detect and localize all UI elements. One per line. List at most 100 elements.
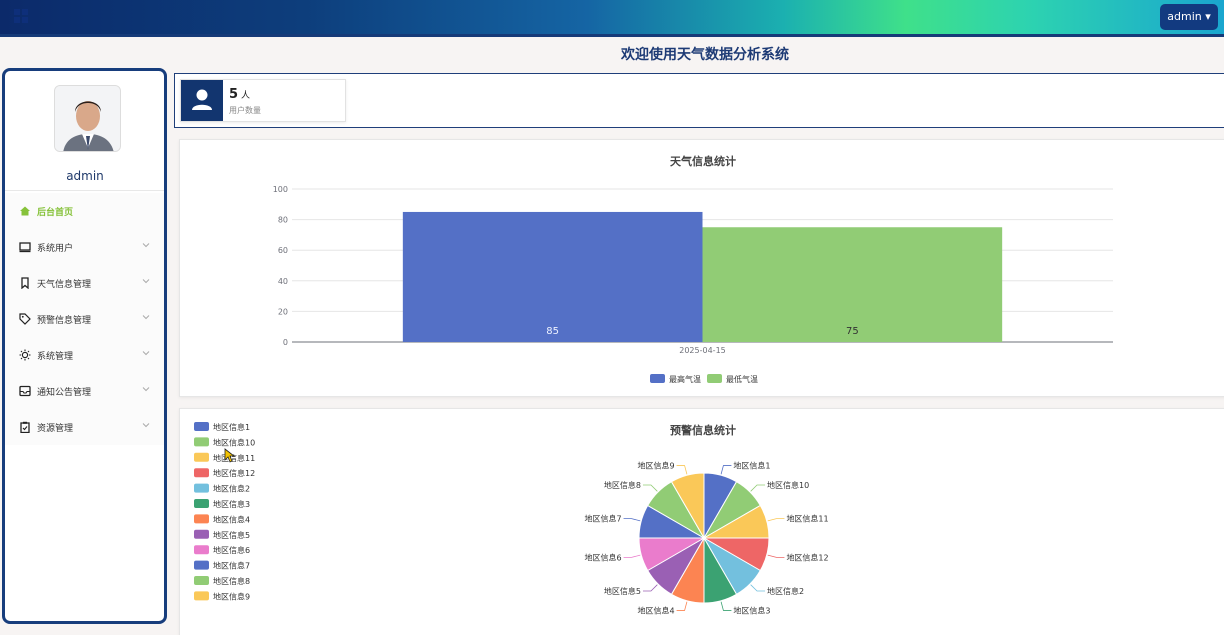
legend-label: 地区信息2	[213, 484, 250, 494]
avatar	[54, 85, 121, 152]
pie-label-line	[676, 465, 688, 475]
pie-label: 地区信息3	[733, 605, 770, 615]
bar-value-label: 75	[846, 326, 859, 337]
legend-label: 地区信息10	[213, 437, 255, 447]
pie-label: 地区信息6	[584, 552, 621, 562]
pie-label-line	[720, 601, 732, 611]
user-count-label: 用户数量	[229, 106, 261, 115]
legend-swatch	[194, 468, 209, 478]
menu-grid-icon[interactable]	[14, 9, 28, 23]
user-menu-button[interactable]: admin ▾	[1160, 4, 1218, 30]
sidebar-item-label: 系统管理	[37, 351, 74, 362]
legend-label: 地区信息7	[213, 561, 250, 571]
legend-label: 地区信息12	[213, 468, 255, 478]
y-tick-label: 60	[278, 246, 288, 255]
legend-label: 地区信息3	[213, 499, 250, 509]
legend-swatch	[707, 374, 722, 383]
legend-label: 最低气温	[726, 374, 758, 384]
warning-pie-chart: 地区信息1 地区信息10 地区信息11 地区信息12 地区信息2 地区信息3 地区信息4 地区…	[194, 422, 829, 615]
chevron-down-icon	[142, 315, 150, 320]
tag-icon	[19, 313, 31, 325]
x-tick-label: 2025-04-15	[679, 346, 726, 355]
legend-swatch	[650, 374, 665, 383]
pie-label: 地区信息7	[584, 514, 621, 524]
legend-label: 地区信息8	[213, 576, 250, 586]
page-title: 欢迎使用天气数据分析系统	[621, 47, 789, 63]
chevron-down-icon	[142, 243, 150, 248]
y-tick-label: 100	[273, 185, 288, 194]
pie-label: 地区信息12	[786, 552, 828, 562]
sidebar-item-label: 资源管理	[37, 423, 74, 434]
weather-chart-panel: 天气信息统计 0 20 40 60 80 100 85 75 2025-04-15 最高气温 最低气…	[179, 139, 1224, 397]
navbar-divider	[0, 34, 1224, 37]
legend-label: 地区信息9	[213, 591, 250, 601]
sidebar-item-resources[interactable]: 资源管理	[5, 409, 164, 445]
legend-swatch	[194, 499, 209, 508]
pie-label: 地区信息11	[786, 514, 828, 524]
sidebar-item-warnings[interactable]: 预警信息管理	[5, 301, 164, 337]
sidebar-item-label: 预警信息管理	[37, 315, 92, 326]
pie-label: 地区信息4	[637, 605, 674, 615]
legend-swatch	[194, 483, 209, 493]
pie-label-line	[767, 554, 785, 558]
sidebar-item-weather[interactable]: 天气信息管理	[5, 265, 164, 301]
pie-label-line	[623, 554, 641, 558]
user-menu-label: admin	[1167, 10, 1202, 23]
y-tick-label: 20	[278, 307, 288, 316]
pie-label-line	[642, 484, 658, 492]
user-count-card[interactable]: 5人 用户数量	[180, 79, 346, 122]
legend-swatch	[194, 529, 209, 539]
weather-bar-chart: 0 20 40 60 80 100 85 75 2025-04-15 最高气温 最低气温	[273, 185, 1113, 384]
sidebar-item-label: 天气信息管理	[37, 279, 92, 290]
legend-swatch	[194, 437, 209, 447]
legend-swatch	[194, 422, 209, 431]
pie-label: 地区信息10	[767, 480, 809, 490]
sidebar-item-dashboard[interactable]: 后台首页	[5, 193, 164, 229]
y-tick-label: 80	[278, 216, 288, 225]
pie-label-line	[642, 584, 658, 592]
sidebar-item-notices[interactable]: 通知公告管理	[5, 373, 164, 409]
user-icon	[192, 89, 212, 110]
pie-label-line	[767, 518, 785, 522]
pie-label-line	[750, 484, 766, 492]
stats-panel: 5人 用户数量	[174, 73, 1224, 128]
chevron-down-icon	[142, 279, 150, 284]
sidebar-username: admin	[66, 169, 104, 183]
sidebar-item-users[interactable]: 系统用户	[5, 229, 164, 265]
legend-label: 地区信息4	[213, 514, 250, 524]
monitor-icon	[19, 242, 31, 253]
chevron-down-icon	[142, 387, 150, 392]
pie-label-line	[750, 584, 766, 592]
pie-label: 地区信息2	[767, 586, 804, 596]
legend-swatch	[194, 545, 209, 555]
legend-swatch	[194, 591, 209, 601]
home-icon	[20, 206, 30, 216]
pie-label: 地区信息5	[604, 586, 641, 596]
legend-label: 地区信息1	[213, 422, 250, 432]
top-navbar: admin ▾	[0, 0, 1224, 34]
user-icon-box	[181, 80, 223, 121]
legend-swatch	[194, 452, 209, 462]
sidebar-divider	[5, 190, 164, 191]
sidebar-item-label: 系统用户	[37, 243, 74, 254]
pie-label: 地区信息1	[733, 461, 770, 471]
sidebar-item-label: 通知公告管理	[37, 387, 92, 398]
user-count-value: 5	[229, 87, 239, 102]
inbox-icon	[19, 385, 31, 397]
legend-swatch	[194, 514, 209, 524]
legend-swatch	[194, 560, 209, 570]
clipboard-icon	[20, 421, 30, 433]
sidebar-item-system[interactable]: 系统管理	[5, 337, 164, 373]
pie-label: 地区信息9	[637, 461, 674, 471]
legend-label: 最高气温	[669, 374, 701, 384]
sun-icon	[19, 349, 31, 361]
y-tick-label: 0	[283, 338, 288, 347]
pie-label-line	[676, 601, 688, 611]
pie-label: 地区信息8	[604, 480, 641, 490]
y-tick-label: 40	[278, 277, 288, 286]
pie-label-line	[623, 518, 641, 522]
warning-chart-panel: 预警信息统计 地区信息1 地区信息10 地区信息11 地区信息12 地区信息2 地区信息3…	[179, 408, 1224, 635]
legend-label: 地区信息5	[213, 530, 250, 540]
bar-value-label: 85	[546, 326, 559, 337]
sidebar: admin 后台首页 系统用户 天气信息管理 预警信息管理 系统管理 通知公告管…	[2, 68, 167, 624]
